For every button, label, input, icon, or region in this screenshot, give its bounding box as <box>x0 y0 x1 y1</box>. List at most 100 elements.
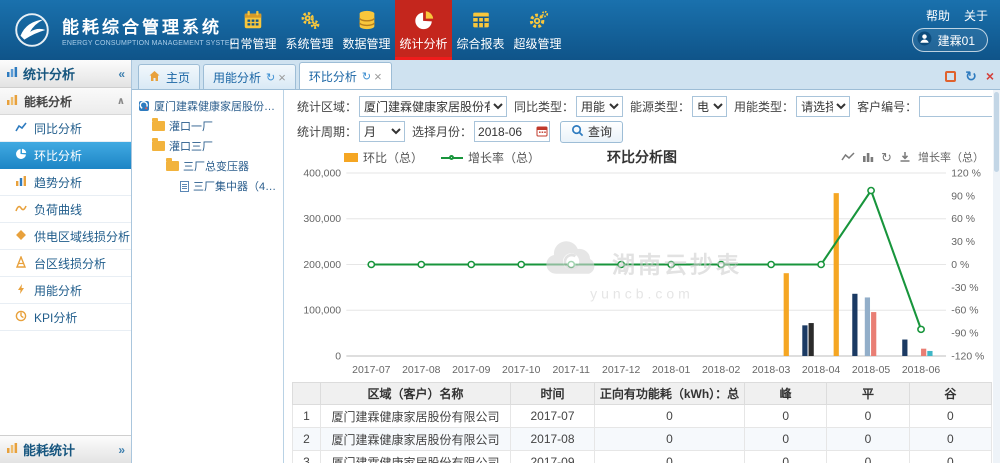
energy-type-select[interactable]: 电 <box>692 96 727 117</box>
legend-item-huanbi[interactable]: 环比（总） <box>344 149 423 166</box>
nav-item-dataman[interactable]: 数据管理 <box>338 0 395 60</box>
sidebar-item-kpi[interactable]: KPI分析 <box>0 304 131 331</box>
sidebar-section-energy-analysis[interactable]: 能耗分析 ∧ <box>0 88 131 115</box>
legend-item-growth[interactable]: 增长率（总） <box>441 149 540 166</box>
sidebar-item-station-loss[interactable]: 台区线损分析 <box>0 250 131 277</box>
tab-label: 主页 <box>166 69 190 86</box>
curve-icon <box>15 202 27 217</box>
sidebar-item-tongbi[interactable]: 同比分析 <box>0 115 131 142</box>
svg-text:60 %: 60 % <box>951 214 975 225</box>
table-header-cell: 区域（客户）名称 <box>321 383 511 405</box>
table-cell: 厦门建霖健康家居股份有限公司 <box>321 451 511 463</box>
sidebar-item-huanbi[interactable]: 环比分析 <box>0 142 131 169</box>
tab-close-icon[interactable]: × <box>278 70 286 85</box>
table-cell: 0 <box>827 405 909 428</box>
scrollbar-thumb[interactable] <box>994 92 999 172</box>
sidebar-item-energy-use[interactable]: 用能分析 <box>0 277 131 304</box>
usage-type-select[interactable]: 请选择 <box>796 96 850 117</box>
tree-node[interactable]: 灌口三厂 <box>134 136 281 156</box>
refresh-page-icon[interactable]: ↻ <box>965 69 977 83</box>
panel-toggle-icon[interactable] <box>945 71 956 82</box>
tree-node[interactable]: 厦门建霖健康家居股份有限公司 <box>134 96 281 116</box>
svg-text:2017-07: 2017-07 <box>352 365 391 376</box>
huanbi-chart[interactable]: 0100,000200,000300,000400,000120 %90 %60… <box>292 167 992 382</box>
compare-type-select[interactable]: 用能 <box>576 96 623 117</box>
svg-text:-90 %: -90 % <box>951 329 978 340</box>
home-icon <box>148 70 161 85</box>
filter-label-energy-type: 能源类型： <box>630 98 690 115</box>
download-icon[interactable] <box>899 151 911 163</box>
filter-label-area: 统计区域： <box>297 98 357 115</box>
tab-refresh-icon[interactable]: ↻ <box>362 70 371 83</box>
svg-text:-60 %: -60 % <box>951 306 978 317</box>
chart-legend: 环比（总） 增长率（总） <box>344 149 540 166</box>
sidebar-item-load-curve[interactable]: 负荷曲线 <box>0 196 131 223</box>
org-tree: 厦门建霖健康家居股份有限公司灌口一厂灌口三厂三厂总变压器三厂集中器（430100… <box>132 90 284 463</box>
table-row[interactable]: 1厦门建霖健康家居股份有限公司2017-070000 <box>293 405 992 428</box>
work-area: 厦门建霖健康家居股份有限公司灌口一厂灌口三厂三厂总变压器三厂集中器（430100… <box>132 90 1000 463</box>
sidebar: 统计分析 « 能耗分析 ∧ 同比分析环比分析趋势分析负荷曲线供电区域线损分析台区… <box>0 60 132 463</box>
table-row[interactable]: 2厦门建霖健康家居股份有限公司2017-080000 <box>293 428 992 451</box>
search-icon <box>571 124 584 140</box>
close-page-icon[interactable]: × <box>986 69 994 83</box>
restore-icon[interactable]: ↻ <box>881 151 892 164</box>
sidebar-footer-label: 能耗统计 <box>23 440 75 459</box>
database-icon <box>356 8 378 32</box>
sidebar-item-region-loss[interactable]: 供电区域线损分析 <box>0 223 131 250</box>
about-link[interactable]: 关于 <box>964 7 988 24</box>
scrollbar[interactable] <box>993 90 1000 463</box>
table-cell: 0 <box>745 405 827 428</box>
svg-text:2017-12: 2017-12 <box>602 365 641 376</box>
tab-huanbi-analysis[interactable]: 环比分析↻× <box>299 62 392 89</box>
period-select[interactable]: 月 <box>359 121 405 142</box>
svg-text:2018-03: 2018-03 <box>752 365 791 376</box>
tree-node-label: 三厂集中器（4301003 <box>193 178 281 194</box>
tab-bar: 主页用能分析↻×环比分析↻× ↻ × <box>132 60 1000 90</box>
app-title: 能耗综合管理系统 <box>62 13 236 38</box>
report-icon <box>470 8 492 32</box>
bar-toggle-icon[interactable] <box>862 151 874 163</box>
tree-node-label: 三厂总变压器 <box>183 158 249 174</box>
svg-text:120 %: 120 % <box>951 169 981 180</box>
sidebar-footer-energy-stats[interactable]: 能耗统计 » <box>0 435 131 463</box>
nav-label: 统计分析 <box>399 35 447 52</box>
tree-node[interactable]: 灌口一厂 <box>134 116 281 136</box>
tab-energy-analysis[interactable]: 用能分析↻× <box>203 64 296 89</box>
nav-item-super[interactable]: 超级管理 <box>509 0 566 60</box>
sidebar-section-label: 能耗分析 <box>24 93 72 110</box>
user-menu[interactable]: 建霖01 <box>912 28 988 52</box>
nav-item-reports[interactable]: 综合报表 <box>452 0 509 60</box>
nav-item-stats[interactable]: 统计分析 <box>395 0 452 60</box>
svg-text:2017-09: 2017-09 <box>452 365 491 376</box>
tree-node[interactable]: 三厂集中器（4301003 <box>134 176 281 196</box>
sidebar-item-label: 同比分析 <box>34 120 82 137</box>
sidebar-item-trend[interactable]: 趋势分析 <box>0 169 131 196</box>
nav-item-system[interactable]: 系统管理 <box>281 0 338 60</box>
energy-icon <box>15 283 27 298</box>
query-button[interactable]: 查询 <box>560 121 623 143</box>
area-select[interactable]: 厦门建霖健康家居股份有限公... <box>359 96 507 117</box>
svg-text:300,000: 300,000 <box>303 214 341 225</box>
sidebar-header[interactable]: 统计分析 « <box>0 60 131 88</box>
nav-item-daily[interactable]: 日常管理 <box>224 0 281 60</box>
expand-section-icon[interactable]: » <box>118 443 125 457</box>
tab-home[interactable]: 主页 <box>138 64 200 89</box>
table-header-cell: 谷 <box>909 383 991 405</box>
help-link[interactable]: 帮助 <box>926 7 950 24</box>
main-panel: 统计区域：厦门建霖健康家居股份有限公...同比类型：用能能源类型：电用能类型：请… <box>284 90 1000 463</box>
svg-text:2017-08: 2017-08 <box>402 365 441 376</box>
tab-close-icon[interactable]: × <box>374 69 382 84</box>
table-row[interactable]: 3厦门建霖健康家居股份有限公司2017-090000 <box>293 451 992 463</box>
line-toggle-icon[interactable] <box>841 151 855 163</box>
tab-refresh-icon[interactable]: ↻ <box>266 71 275 84</box>
filter-label-compare-type: 同比类型： <box>514 98 574 115</box>
collapse-sidebar-icon[interactable]: « <box>118 67 125 81</box>
content-area: 主页用能分析↻×环比分析↻× ↻ × 厦门建霖健康家居股份有限公司灌口一厂灌口三… <box>132 60 1000 463</box>
table-cell: 1 <box>293 405 321 428</box>
calendar-picker-icon[interactable] <box>536 125 548 137</box>
tree-node[interactable]: 三厂总变压器 <box>134 156 281 176</box>
table-cell: 0 <box>595 428 745 451</box>
table-cell: 0 <box>827 451 909 463</box>
table-header-cell: 时间 <box>511 383 595 405</box>
customer-no-input[interactable] <box>919 96 992 117</box>
